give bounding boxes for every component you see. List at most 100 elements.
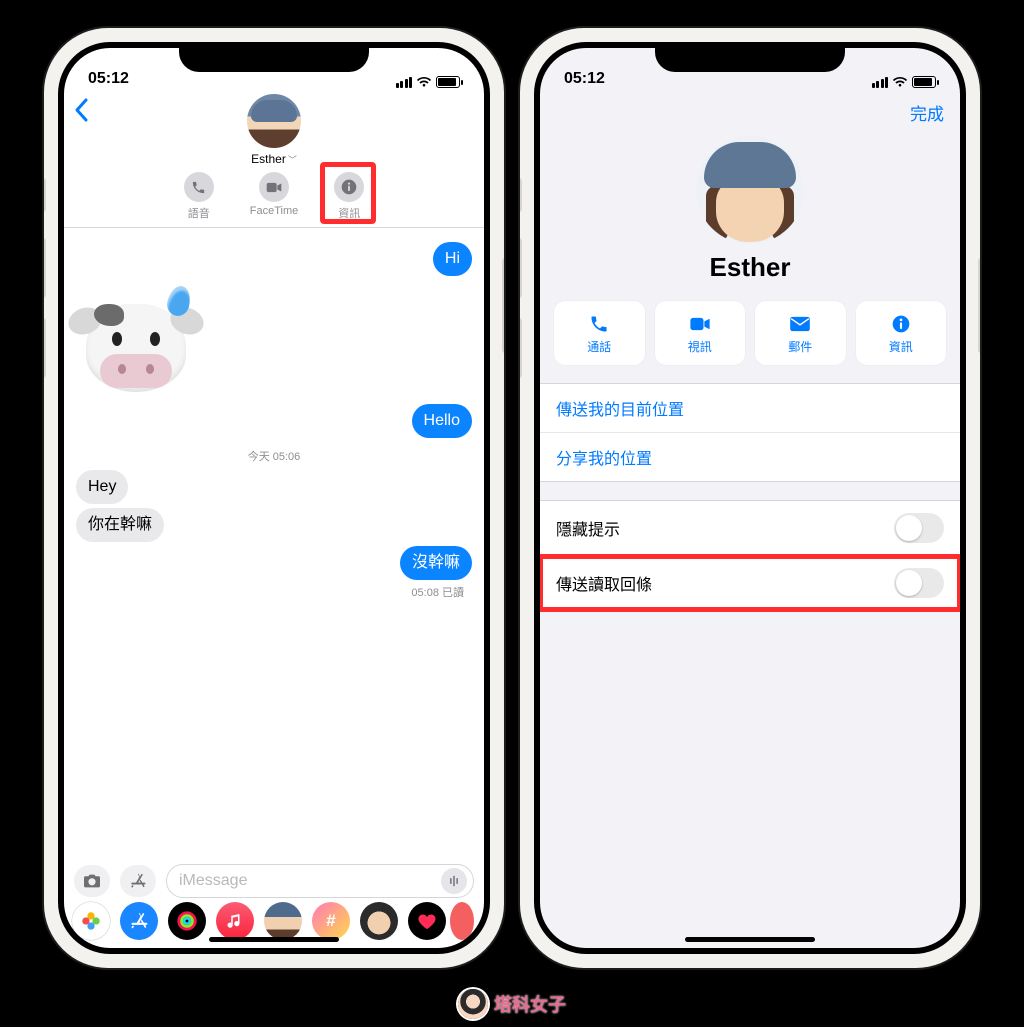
activity-rings-icon <box>176 910 198 932</box>
side-button <box>978 258 980 353</box>
phone-icon <box>184 172 214 202</box>
message-bubble-outgoing: Hello <box>412 404 472 438</box>
info-label: 資訊 <box>338 205 360 221</box>
contact-details-screen: 05:12 完成 Esth <box>540 48 960 948</box>
chat-header: Esther ﹀ 語音 <box>64 92 484 228</box>
volume-up-button <box>44 238 46 298</box>
row-send-current-location[interactable]: 傳送我的目前位置 <box>540 384 960 432</box>
tile-video-label: 視訊 <box>688 338 712 355</box>
app-more[interactable] <box>450 902 474 940</box>
settings-group: 隱藏提示 傳送讀取回條 <box>540 500 960 611</box>
watermark-avatar-icon <box>458 989 488 1019</box>
camera-button[interactable] <box>74 865 110 897</box>
row-share-location[interactable]: 分享我的位置 <box>540 432 960 481</box>
dictation-button[interactable] <box>441 868 467 894</box>
cellular-icon <box>872 77 889 88</box>
volume-down-button <box>520 318 522 378</box>
back-button[interactable] <box>74 98 88 122</box>
phone-icon <box>589 312 609 336</box>
video-icon <box>259 172 289 202</box>
message-bubble-incoming: 你在幹嘛 <box>76 508 164 542</box>
watermark-text: 塔科女子 <box>494 991 566 1017</box>
audio-call-button[interactable]: 語音 <box>184 172 214 221</box>
battery-icon <box>912 76 936 88</box>
info-button[interactable]: 資訊 <box>334 172 364 221</box>
message-input[interactable]: iMessage <box>166 864 474 898</box>
info-icon <box>891 312 911 336</box>
chevron-down-icon: ﹀ <box>288 153 297 166</box>
tile-call-label: 通話 <box>587 338 611 355</box>
app-store-button[interactable] <box>120 865 156 897</box>
app-store-icon <box>129 911 149 931</box>
app-digital-touch[interactable] <box>408 902 446 940</box>
read-receipts-toggle[interactable] <box>894 568 944 598</box>
message-row[interactable]: Hey <box>76 470 472 504</box>
tile-info-label: 資訊 <box>889 338 913 355</box>
mute-switch <box>520 178 522 212</box>
home-indicator[interactable] <box>685 937 815 942</box>
app-activity[interactable] <box>168 902 206 940</box>
message-row[interactable] <box>76 280 472 400</box>
photos-icon <box>80 910 102 932</box>
music-icon <box>227 912 243 930</box>
heart-icon <box>417 912 437 930</box>
side-button <box>502 258 504 353</box>
app-memoji-1[interactable] <box>264 902 302 940</box>
done-button[interactable]: 完成 <box>910 100 944 125</box>
message-bubble-outgoing: 沒幹嘛 <box>400 546 472 580</box>
hide-alerts-toggle[interactable] <box>894 513 944 543</box>
app-music[interactable] <box>216 902 254 940</box>
message-bubble-incoming: Hey <box>76 470 128 504</box>
facetime-label: FaceTime <box>250 205 299 217</box>
status-time: 05:12 <box>88 70 129 88</box>
waveform-icon <box>449 874 459 888</box>
camera-icon <box>82 873 102 889</box>
phone-frame-left: 05:12 Esther <box>44 28 504 968</box>
app-memoji-2[interactable] <box>360 902 398 940</box>
details-header: 完成 <box>540 92 960 130</box>
message-row[interactable]: Hi <box>76 242 472 276</box>
cellular-icon <box>396 77 413 88</box>
row-hide-alerts[interactable]: 隱藏提示 <box>540 501 960 555</box>
location-group: 傳送我的目前位置 分享我的位置 <box>540 383 960 482</box>
wifi-icon <box>892 76 908 88</box>
app-hashtag[interactable]: # <box>312 902 350 940</box>
phone-frame-right: 05:12 完成 Esth <box>520 28 980 968</box>
row-read-receipts[interactable]: 傳送讀取回條 <box>540 555 960 610</box>
message-bubble-outgoing: Hi <box>433 242 472 276</box>
mute-switch <box>44 178 46 212</box>
contact-avatar-large[interactable] <box>696 136 804 244</box>
contact-name-heading: Esther <box>540 252 960 283</box>
messages-screen: 05:12 Esther <box>64 48 484 948</box>
facetime-button[interactable]: FaceTime <box>250 172 299 221</box>
tile-call[interactable]: 通話 <box>554 301 645 365</box>
tile-mail[interactable]: 郵件 <box>755 301 846 365</box>
row-label: 分享我的位置 <box>556 445 652 469</box>
row-label: 傳送我的目前位置 <box>556 396 684 420</box>
row-label: 傳送讀取回條 <box>556 571 652 595</box>
message-row[interactable]: 沒幹嘛 <box>76 546 472 580</box>
message-list[interactable]: Hi He <box>64 228 484 858</box>
watermark: 塔科女子 <box>458 989 566 1019</box>
battery-icon <box>436 76 460 88</box>
contact-action-tiles: 通話 視訊 郵件 <box>540 301 960 365</box>
tile-info[interactable]: 資訊 <box>856 301 947 365</box>
contact-avatar[interactable] <box>247 94 301 148</box>
message-input-placeholder: iMessage <box>179 872 247 890</box>
home-indicator[interactable] <box>209 937 339 942</box>
message-row[interactable]: 你在幹嘛 <box>76 508 472 542</box>
app-photos[interactable] <box>72 902 110 940</box>
input-bar: iMessage <box>64 858 484 904</box>
tile-video[interactable]: 視訊 <box>655 301 746 365</box>
hashtag-icon: # <box>326 911 335 931</box>
time-divider: 今天 05:06 <box>76 448 472 464</box>
contact-name: Esther <box>251 152 286 166</box>
info-icon <box>334 172 364 202</box>
notch <box>655 42 845 72</box>
mail-icon <box>789 312 811 336</box>
wifi-icon <box>416 76 432 88</box>
contact-name-dropdown[interactable]: Esther ﹀ <box>251 152 297 166</box>
tile-mail-label: 郵件 <box>788 338 812 355</box>
app-appstore[interactable] <box>120 902 158 940</box>
message-row[interactable]: Hello <box>76 404 472 438</box>
